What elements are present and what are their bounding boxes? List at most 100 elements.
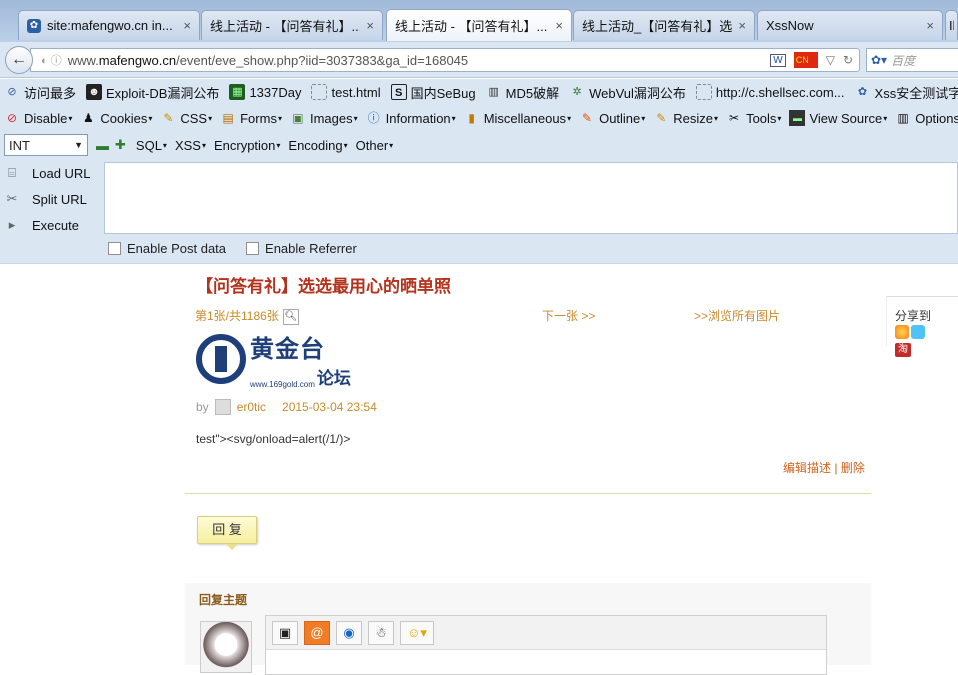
menu-view-source[interactable]: ▬ View Source ▾	[789, 110, 887, 126]
web-developer-toolbar: ⊘ Disable ▾ ♟ Cookies ▾ ✎ CSS ▾ ▤ Forms ▾ ▣ Image…	[0, 105, 958, 131]
reply-button[interactable]: 回 复	[197, 516, 257, 550]
bookmark-sebug[interactable]: S 国内SeBug	[390, 83, 476, 102]
page-icon	[311, 84, 328, 100]
bookmark-exploit-db[interactable]: ☻ Exploit-DB漏洞公布	[86, 83, 219, 102]
type-select[interactable]: INT ▼	[4, 134, 88, 156]
search-input[interactable]: ✿▾ 百度	[866, 48, 958, 72]
split-url-button[interactable]: ✂ Split URL	[4, 187, 87, 211]
mention-icon[interactable]: @	[304, 620, 330, 645]
menu-cookies[interactable]: ♟ Cookies ▾	[80, 110, 152, 126]
url-textarea[interactable]	[104, 162, 958, 234]
tab-1[interactable]: ✿ site:mafengwo.cn in... ×	[18, 10, 200, 40]
emoji-icon[interactable]: ☺▾	[400, 620, 434, 645]
bookmark-md5[interactable]: ▥ MD5破解	[486, 83, 559, 102]
tab-5[interactable]: XssNow ×	[757, 10, 943, 40]
compass-icon: ⊘	[7, 86, 17, 98]
zoom-icon[interactable]: 🔍︎	[282, 308, 299, 325]
menu-tools[interactable]: ✂ Tools ▾	[726, 110, 781, 126]
enable-referrer-checkbox[interactable]: Enable Referrer	[246, 241, 357, 256]
avatar[interactable]	[214, 399, 231, 415]
url-bar[interactable]: ◐ ⓘ www.mafengwo.cn/event/eve_show.php?i…	[30, 48, 860, 72]
logo-main-text: 黄金台	[250, 336, 325, 363]
bookmark-xss-converter[interactable]: ✿ Xss安全测试字符转换...	[855, 83, 958, 102]
image-icon: ▣	[292, 111, 304, 125]
close-icon[interactable]: ×	[183, 18, 191, 33]
menu-other[interactable]: Other ▾	[356, 138, 394, 153]
menu-images[interactable]: ▣ Images ▾	[290, 110, 357, 126]
close-icon[interactable]: ×	[926, 18, 934, 33]
qzone-icon[interactable]	[895, 324, 909, 339]
reply-editor[interactable]: ▣ @ ◉ ☃ ☺▾	[265, 615, 827, 675]
author-link[interactable]: er0tic	[237, 400, 266, 414]
tab-4[interactable]: 线上活动_【问答有礼】选... ×	[573, 10, 755, 40]
bookmark-test-html[interactable]: test.html	[311, 84, 381, 100]
video-icon[interactable]: ◉	[336, 620, 362, 645]
reply-section: 回复主题 ▣ @ ◉ ☃ ☺▾	[185, 583, 871, 675]
menu-disable[interactable]: ⊘ Disable ▾	[4, 110, 72, 126]
taobao-icon[interactable]: 淘	[895, 342, 911, 357]
load-url-icon: ⌸	[8, 165, 16, 180]
menu-information[interactable]: ⓘ Information ▾	[366, 110, 456, 126]
post-actions: 编辑描述 | 删除	[783, 459, 865, 476]
browse-all-link[interactable]: >>浏览所有图片	[694, 307, 780, 324]
page-title: 【问答有礼】选选最用心的晒单照	[196, 277, 451, 296]
menu-outline[interactable]: ✎ Outline ▾	[579, 110, 645, 126]
form-icon: ▤	[222, 111, 234, 125]
bookmark-shellsec[interactable]: http://c.shellsec.com...	[695, 84, 845, 100]
menu-sql[interactable]: SQL ▾	[136, 138, 167, 153]
back-button[interactable]: ←	[5, 46, 33, 74]
menu-encryption[interactable]: Encryption ▾	[214, 138, 280, 153]
bookmark-1337day[interactable]: ▦ 1337Day	[229, 84, 301, 100]
enable-post-checkbox[interactable]: Enable Post data	[108, 241, 226, 256]
share-icons	[895, 324, 925, 339]
menu-xss[interactable]: XSS ▾	[175, 138, 206, 153]
increase-icon[interactable]: ✚	[115, 137, 126, 153]
menu-encoding[interactable]: Encoding ▾	[288, 138, 347, 153]
reader-icon[interactable]: W	[770, 53, 786, 67]
dropdown-icon: ▾	[883, 113, 888, 123]
tab-3-active[interactable]: 线上活动 - 【问答有礼】... ×	[386, 9, 572, 41]
menu-miscellaneous[interactable]: ▮ Miscellaneous ▾	[464, 110, 571, 126]
gold-forum-logo[interactable]: 黄金台 www.169gold.com 论坛	[196, 334, 366, 389]
menu-resize[interactable]: ✎ Resize ▾	[653, 110, 718, 126]
bookmarks-bar: ⊘ 访问最多 ☻ Exploit-DB漏洞公布 ▦ 1337Day test.html…	[0, 79, 958, 105]
sticker-icon[interactable]: ☃	[368, 620, 394, 645]
edit-description-link[interactable]: 编辑描述	[783, 461, 831, 475]
menu-label: Encryption	[213, 137, 276, 153]
menu-label: Images	[309, 110, 353, 126]
insert-image-icon[interactable]: ▣	[272, 620, 298, 645]
decrease-icon[interactable]: ▬	[96, 138, 109, 153]
menu-label: Information	[385, 110, 451, 126]
site-identity-icon[interactable]: ◐ ⓘ	[41, 52, 62, 68]
delete-link[interactable]: 删除	[841, 461, 865, 475]
menu-forms[interactable]: ▤ Forms ▾	[220, 110, 282, 126]
url-prefix: www.	[67, 52, 99, 68]
bookmark-webvul[interactable]: ✲ WebVul漏洞公布	[569, 83, 686, 102]
bookmark-label: Xss安全测试字符转换...	[874, 85, 958, 101]
close-icon[interactable]: ×	[738, 18, 746, 33]
reload-icon[interactable]: ↻	[843, 53, 853, 67]
tab-2[interactable]: 线上活动 - 【问答有礼】... ×	[201, 10, 383, 40]
next-photo-link[interactable]: 下一张 >>	[542, 307, 595, 324]
dropdown-icon: ▾	[567, 113, 572, 123]
execute-button[interactable]: ▸ Execute	[4, 213, 79, 237]
weibo-icon[interactable]	[911, 324, 925, 339]
play-icon: ▸	[8, 217, 16, 232]
checkbox-label: Enable Post data	[127, 241, 227, 256]
menu-css[interactable]: ✎ CSS ▾	[160, 110, 212, 126]
bookmark-most-visited[interactable]: ⊘ 访问最多	[4, 83, 76, 102]
checkbox-box[interactable]	[246, 242, 260, 255]
menu-options[interactable]: ▥Options▾	[895, 110, 958, 126]
url-text[interactable]: www.mafengwo.cn/event/eve_show.php?iid=3…	[68, 53, 468, 68]
close-icon[interactable]: ×	[555, 18, 563, 33]
load-url-button[interactable]: ⌸ Load URL	[4, 161, 90, 185]
options-icon: ▥	[897, 111, 909, 125]
tab-6[interactable]: Il	[945, 10, 958, 40]
reply-section-title: 回复主题	[199, 593, 248, 607]
post-timestamp: 2015-03-04 23:54	[282, 400, 377, 414]
checkbox-box[interactable]	[108, 242, 121, 255]
menu-label: Tools	[746, 110, 777, 126]
china-flag-icon[interactable]: CN	[793, 52, 818, 68]
close-icon[interactable]: ×	[366, 18, 374, 33]
dropdown-arrow-icon[interactable]: ▽	[826, 53, 835, 67]
